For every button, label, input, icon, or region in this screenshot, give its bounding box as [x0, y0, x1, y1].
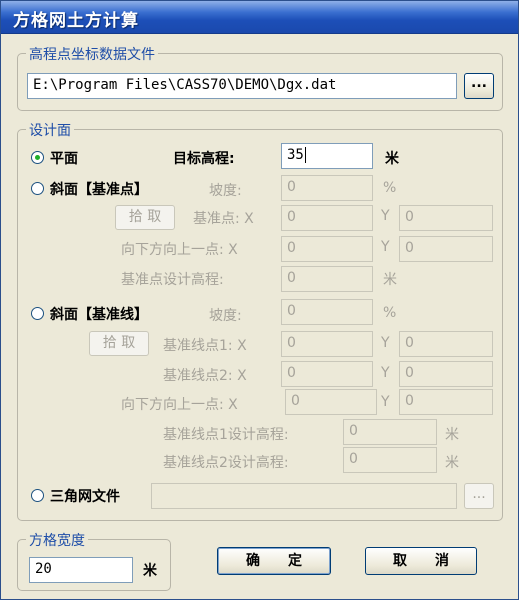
line-point1-x-value: 0 [287, 335, 296, 351]
line-point2-x-label: 基准线点2: X [163, 368, 247, 384]
target-elevation-unit: 米 [385, 151, 399, 167]
line-down-point-x-input[interactable]: 0 [285, 389, 377, 415]
line-point2-x-input[interactable]: 0 [281, 361, 373, 387]
slope-line-percent-unit: % [383, 305, 397, 321]
browse-elevation-file-button[interactable]: ... [464, 73, 494, 99]
base-point-y-value: 0 [405, 209, 414, 225]
line-point1-y-value: 0 [405, 335, 414, 351]
down-point-x-input[interactable]: 0 [281, 236, 373, 262]
tin-file-radio[interactable] [31, 489, 44, 502]
base-point-design-elev-label: 基准点设计高程: [121, 272, 224, 288]
radio-selected-dot [35, 155, 40, 160]
base-point-x-input[interactable]: 0 [281, 205, 373, 231]
line-point2-x-value: 0 [287, 365, 296, 381]
line-point2-design-elev-label: 基准线点2设计高程: [163, 455, 289, 471]
base-point-design-elev-value: 0 [287, 270, 296, 286]
line-point2-design-elev-input[interactable]: 0 [343, 447, 437, 473]
design-surface-legend: 设计面 [26, 120, 74, 140]
line-point1-y-label: Y [381, 335, 390, 351]
down-point-y-input[interactable]: 0 [399, 236, 493, 262]
line-down-point-y-value: 0 [405, 393, 414, 409]
base-point-x-label: 基准点: X [193, 211, 254, 227]
pick-line-button-label: 拾 取 [102, 335, 136, 351]
target-elevation-input[interactable]: 35 [281, 143, 373, 169]
tin-file-label[interactable]: 三角网文件 [50, 486, 120, 506]
browse-button-label: ... [471, 75, 487, 91]
line-down-point-y-input[interactable]: 0 [399, 389, 493, 415]
line-point1-design-elev-unit: 米 [445, 427, 459, 443]
down-point-y-value: 0 [405, 240, 414, 256]
elevation-file-legend: 高程点坐标数据文件 [26, 44, 158, 64]
ok-button-label: 确 定 [246, 553, 302, 569]
line-point1-x-input[interactable]: 0 [281, 331, 373, 357]
slope-point-label[interactable]: 斜面【基准点】 [50, 179, 148, 199]
line-down-point-x-value: 0 [291, 393, 300, 409]
window-title: 方格网土方计算 [13, 11, 139, 31]
plane-radio[interactable] [31, 151, 44, 164]
slope-point-percent-unit: % [383, 180, 397, 196]
line-point1-design-elev-input[interactable]: 0 [343, 419, 437, 445]
slope-point-slope-value: 0 [287, 179, 296, 195]
grid-width-unit: 米 [143, 563, 157, 579]
base-point-design-elev-unit: 米 [383, 272, 397, 288]
base-point-y-label: Y [381, 208, 390, 224]
slope-line-slope-label: 坡度: [209, 308, 242, 324]
cancel-button-label: 取 消 [393, 553, 449, 569]
slope-line-slope-input[interactable]: 0 [281, 299, 373, 325]
tin-file-input[interactable] [151, 483, 457, 509]
ok-button[interactable]: 确 定 [217, 547, 331, 575]
line-point2-design-elev-unit: 米 [445, 455, 459, 471]
slope-line-label[interactable]: 斜面【基准线】 [50, 304, 148, 324]
line-point2-design-elev-value: 0 [349, 451, 358, 467]
base-point-design-elev-input[interactable]: 0 [281, 266, 373, 292]
line-point1-x-label: 基准线点1: X [163, 338, 247, 354]
base-point-y-input[interactable]: 0 [399, 205, 493, 231]
line-down-point-y-label: Y [381, 394, 390, 410]
line-point1-design-elev-label: 基准线点1设计高程: [163, 427, 289, 443]
grid-width-legend: 方格宽度 [26, 530, 88, 550]
line-down-point-x-label: 向下方向上一点: X [121, 397, 238, 413]
slope-line-radio[interactable] [31, 307, 44, 320]
down-point-y-label: Y [381, 239, 390, 255]
line-point2-y-label: Y [381, 365, 390, 381]
browse-tin-button-label: ... [472, 486, 486, 502]
line-point2-y-input[interactable]: 0 [399, 361, 493, 387]
browse-tin-file-button[interactable]: ... [464, 483, 494, 509]
slope-point-radio[interactable] [31, 182, 44, 195]
down-point-x-value: 0 [287, 240, 296, 256]
line-point1-design-elev-value: 0 [349, 423, 358, 439]
pick-base-line-button[interactable]: 拾 取 [89, 331, 149, 356]
elevation-file-path-input[interactable]: E:\Program Files\CASS70\DEMO\Dgx.dat [27, 73, 457, 99]
pick-base-point-button[interactable]: 拾 取 [115, 205, 175, 230]
line-point1-y-input[interactable]: 0 [399, 331, 493, 357]
grid-width-value: 20 [35, 561, 52, 577]
grid-width-input[interactable]: 20 [29, 557, 133, 583]
elevation-file-path-value: E:\Program Files\CASS70\DEMO\Dgx.dat [33, 77, 337, 93]
cancel-button[interactable]: 取 消 [365, 547, 477, 575]
dialog-window: 方格网土方计算 高程点坐标数据文件 E:\Program Files\CASS7… [0, 0, 519, 600]
title-bar[interactable]: 方格网土方计算 [1, 1, 518, 34]
plane-label[interactable]: 平面 [50, 148, 78, 168]
slope-point-slope-input[interactable]: 0 [281, 175, 373, 201]
down-point-x-label: 向下方向上一点: X [121, 242, 238, 258]
line-point2-y-value: 0 [405, 365, 414, 381]
slope-point-slope-label: 坡度: [209, 183, 242, 199]
text-caret [304, 147, 306, 163]
slope-line-slope-value: 0 [287, 303, 296, 319]
base-point-x-value: 0 [287, 209, 296, 225]
target-elevation-label: 目标高程: [173, 151, 235, 167]
pick-button-label: 拾 取 [128, 209, 162, 225]
target-elevation-value: 35 [287, 147, 304, 163]
